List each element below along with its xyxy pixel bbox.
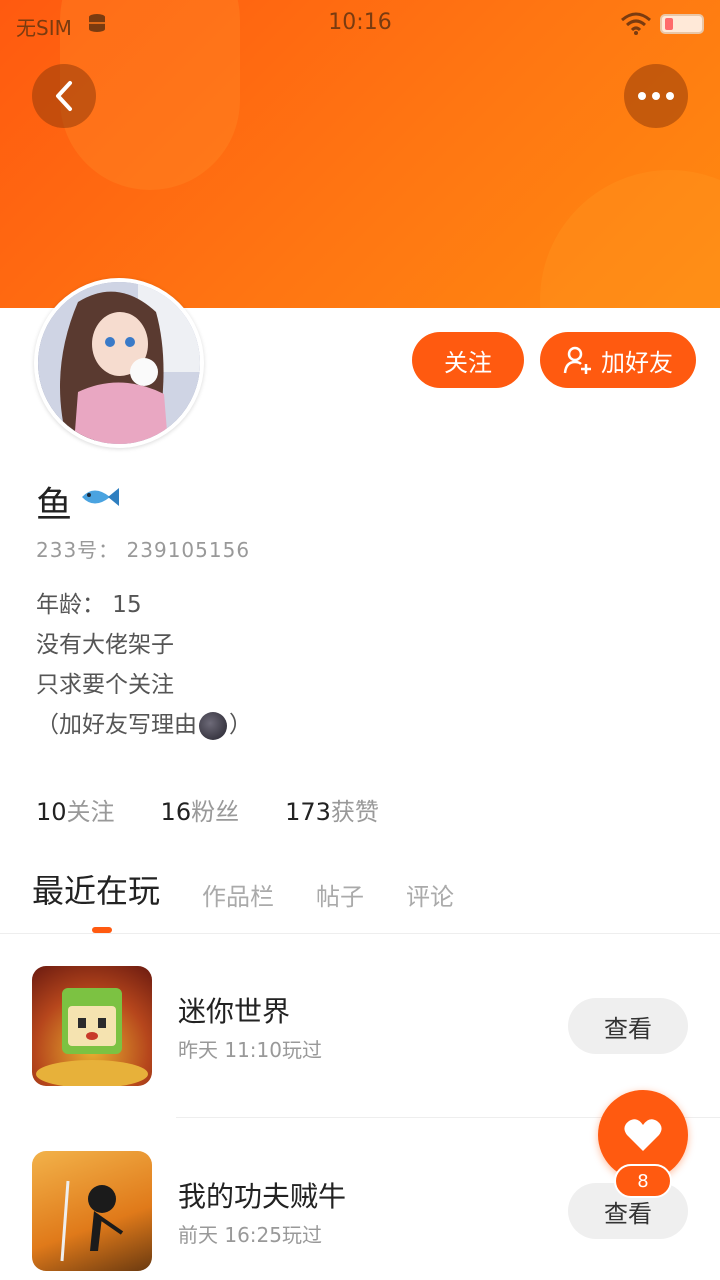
stat-likes: 173获赞 (285, 798, 379, 826)
profile-stats: 10关注 16粉丝 173获赞 (36, 792, 379, 827)
avatar[interactable] (34, 278, 204, 448)
profile-name: 鱼 (36, 485, 73, 526)
view-button[interactable]: 查看 (568, 998, 688, 1054)
tab-posts[interactable]: 帖子 (316, 877, 364, 912)
add-user-icon (563, 346, 591, 374)
heart-icon (624, 1119, 662, 1151)
list-item[interactable]: 迷你世界 昨天 11:10玩过 查看 (0, 950, 720, 1100)
game-name: 迷你世界 (178, 995, 291, 1028)
back-button[interactable] (32, 64, 96, 128)
game-icon (32, 966, 152, 1086)
more-button[interactable] (624, 64, 688, 128)
more-dots-icon (638, 92, 674, 100)
divider (0, 933, 720, 934)
chevron-left-icon (56, 81, 72, 111)
fish-icon (82, 488, 119, 506)
like-count-badge: 8 (614, 1164, 672, 1198)
bio-text: （加好友写理由 (36, 712, 197, 738)
new-moon-icon (199, 711, 227, 740)
stat-following[interactable]: 10关注 (36, 792, 115, 827)
game-name: 我的功夫贼牛 (178, 1180, 347, 1213)
game-played-time: 昨天 11:10玩过 (178, 1038, 322, 1062)
tab-works[interactable]: 作品栏 (202, 877, 274, 912)
follow-label: 关注 (444, 348, 492, 377)
avatar-image (38, 282, 200, 444)
game-icon (32, 1151, 152, 1271)
bio-line: 没有大佬架子 (36, 632, 174, 658)
tab-comments[interactable]: 评论 (406, 877, 454, 912)
wifi-icon (621, 12, 651, 35)
user-id: 233号： 239105156 (36, 538, 251, 562)
add-friend-label: 加好友 (601, 348, 673, 377)
tab-recent-playing[interactable]: 最近在玩 (32, 866, 160, 912)
clock: 10:16 (328, 10, 392, 35)
add-friend-button[interactable]: 加好友 (540, 332, 696, 388)
bio: 年龄： 15 没有大佬架子 只求要个关注 （加好友写理由 ） (36, 585, 252, 745)
stat-fans[interactable]: 16粉丝 (161, 792, 240, 827)
bio-line: 年龄： 15 (36, 592, 142, 618)
status-bar: 无SIM 10:16 (0, 0, 720, 48)
profile-tabs: 最近在玩 作品栏 帖子 评论 (32, 862, 454, 912)
battery-icon (660, 14, 704, 34)
bio-line-last: （加好友写理由 ） (36, 705, 252, 745)
bio-text-end: ） (229, 712, 252, 738)
game-played-time: 前天 16:25玩过 (178, 1223, 322, 1247)
bio-line: 只求要个关注 (36, 672, 174, 698)
follow-button[interactable]: 关注 (412, 332, 524, 388)
